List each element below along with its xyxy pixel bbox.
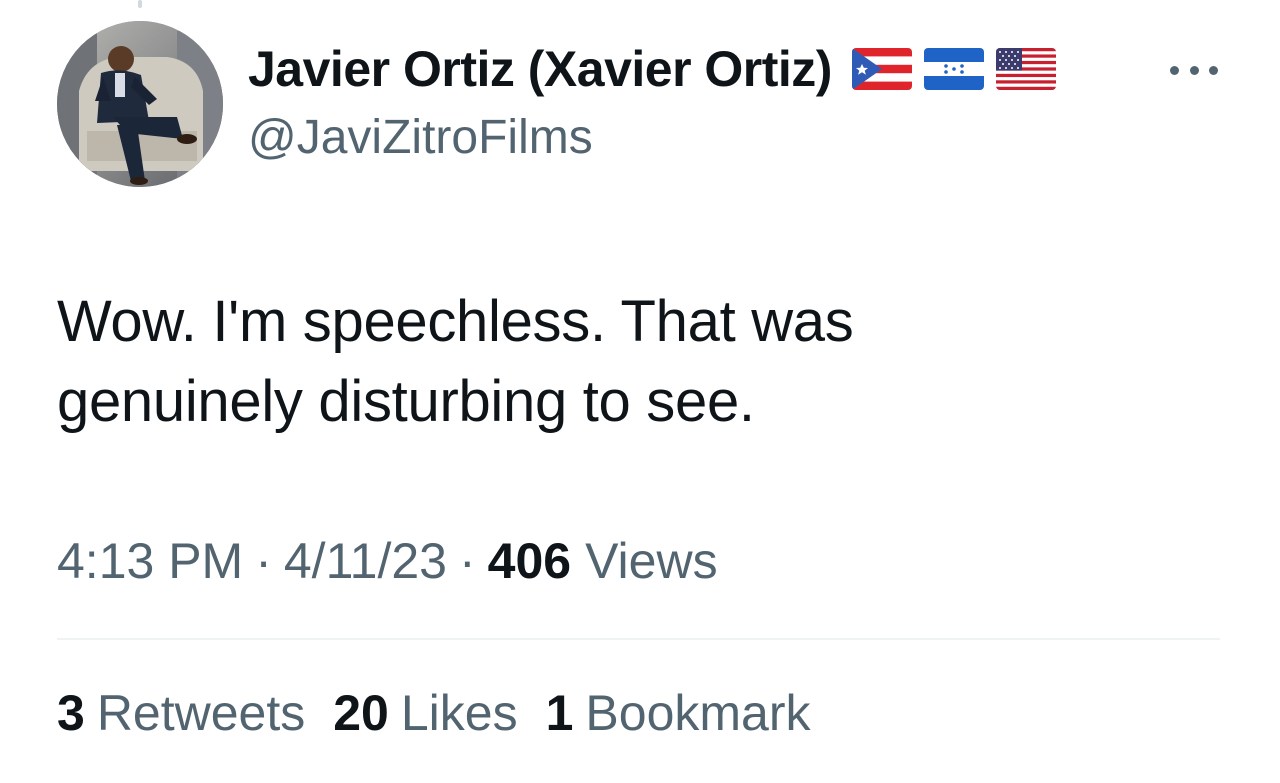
honduras-flag-icon	[923, 48, 984, 90]
meta-separator: ·	[459, 533, 476, 589]
tweet-text-line: genuinely disturbing to see.	[57, 369, 755, 434]
author-name-row: Javier Ortiz (Xavier Ortiz)	[248, 36, 1056, 102]
views-label: Views	[585, 533, 718, 589]
tweet-text-line: Wow. I'm speechless. That was	[57, 289, 854, 354]
puerto-rico-flag-icon	[851, 48, 912, 90]
more-dot	[1170, 65, 1179, 75]
tweet-meta: 4:13 PM · 4/11/23 · 406 Views	[57, 532, 718, 590]
views-count: 406	[487, 533, 572, 589]
likes-label: Likes	[400, 685, 518, 741]
bookmarks-stat[interactable]: 1 Bookmark	[546, 684, 811, 742]
author-handle[interactable]: @JaviZitroFilms	[248, 110, 593, 165]
retweets-label: Retweets	[96, 685, 306, 741]
tweet: Javier Ortiz (Xavier Ortiz) @JaviZitroFi…	[0, 0, 1280, 783]
likes-count: 20	[333, 685, 389, 741]
more-dot	[1189, 65, 1199, 75]
avatar-photo	[57, 21, 223, 187]
divider	[57, 638, 1220, 640]
engagement-stats: 3 Retweets 20 Likes 1 Bookmark	[57, 684, 839, 742]
retweets-count: 3	[57, 685, 85, 741]
meta-separator: ·	[255, 533, 272, 589]
avatar[interactable]	[57, 21, 223, 187]
united-states-flag-icon	[995, 48, 1056, 90]
more-options-icon[interactable]	[1170, 58, 1218, 82]
tweet-date[interactable]: 4/11/23	[284, 532, 447, 590]
more-dot	[1209, 65, 1218, 75]
author-display-name[interactable]: Javier Ortiz (Xavier Ortiz)	[248, 40, 832, 98]
bookmarks-count: 1	[545, 685, 574, 741]
retweets-stat[interactable]: 3 Retweets	[57, 684, 305, 742]
flag-emojis	[851, 48, 1056, 90]
tweet-time[interactable]: 4:13 PM	[57, 532, 243, 590]
tweet-text: Wow. I'm speechless. That was genuinely …	[57, 282, 1217, 442]
likes-stat[interactable]: 20 Likes	[333, 684, 517, 742]
bookmarks-label: Bookmark	[585, 685, 811, 741]
